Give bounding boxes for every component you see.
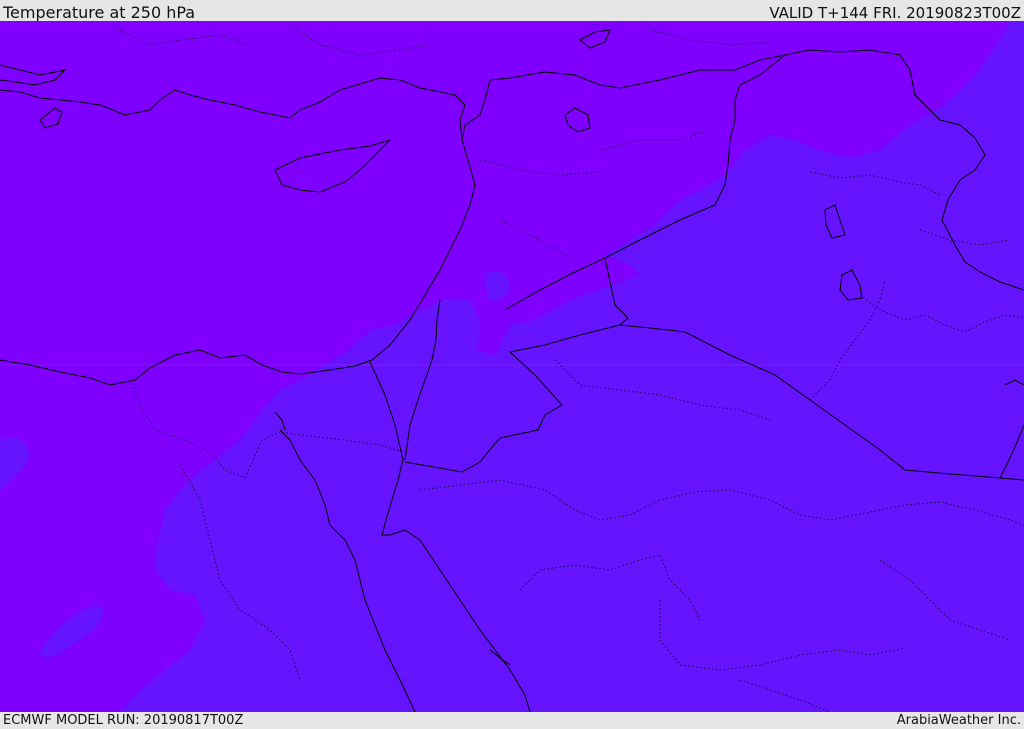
map-panel[interactable] <box>0 21 1024 712</box>
header-bar: Temperature at 250 hPa VALID T+144 FRI. … <box>0 0 1024 22</box>
footer-bar: ECMWF MODEL RUN: 20190817T00Z ArabiaWeat… <box>0 712 1024 729</box>
temperature-map <box>0 21 1024 712</box>
model-run-label: ECMWF MODEL RUN: 20190817T00Z <box>3 713 244 728</box>
credit-label: ArabiaWeather Inc. <box>896 713 1021 728</box>
map-title: Temperature at 250 hPa <box>3 3 196 22</box>
